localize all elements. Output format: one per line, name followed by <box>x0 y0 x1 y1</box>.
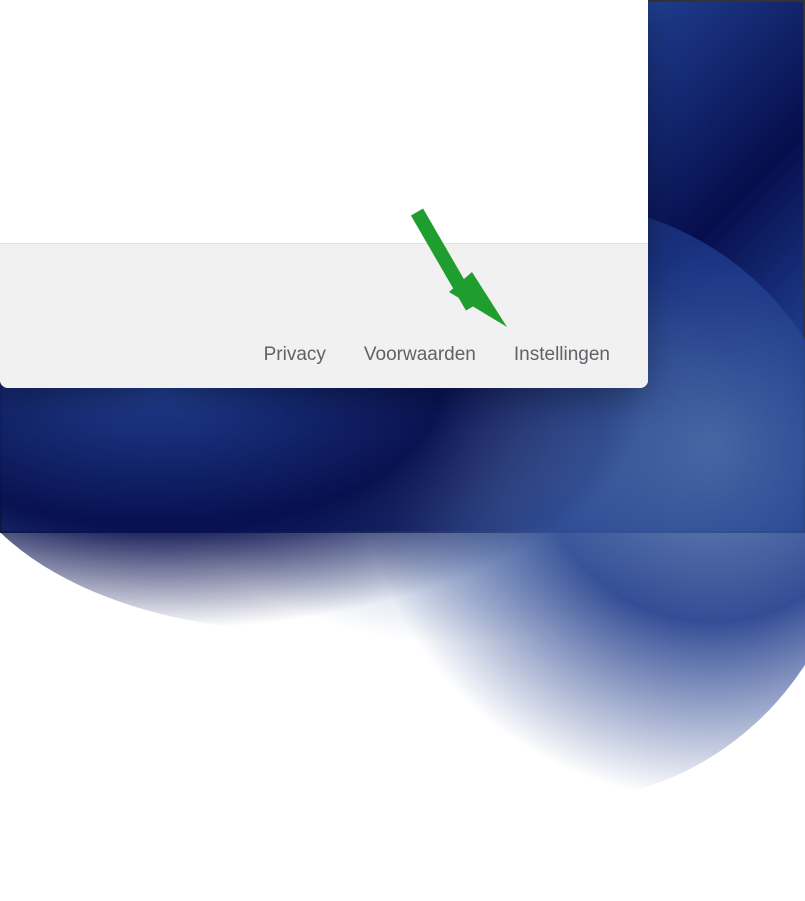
footer-links: Privacy Voorwaarden Instellingen <box>264 344 610 366</box>
window-content-area <box>0 0 648 243</box>
app-window: Privacy Voorwaarden Instellingen <box>0 0 648 388</box>
settings-link[interactable]: Instellingen <box>514 344 610 366</box>
window-footer: Privacy Voorwaarden Instellingen <box>0 243 648 388</box>
privacy-link[interactable]: Privacy <box>264 344 326 366</box>
terms-link[interactable]: Voorwaarden <box>364 344 476 366</box>
